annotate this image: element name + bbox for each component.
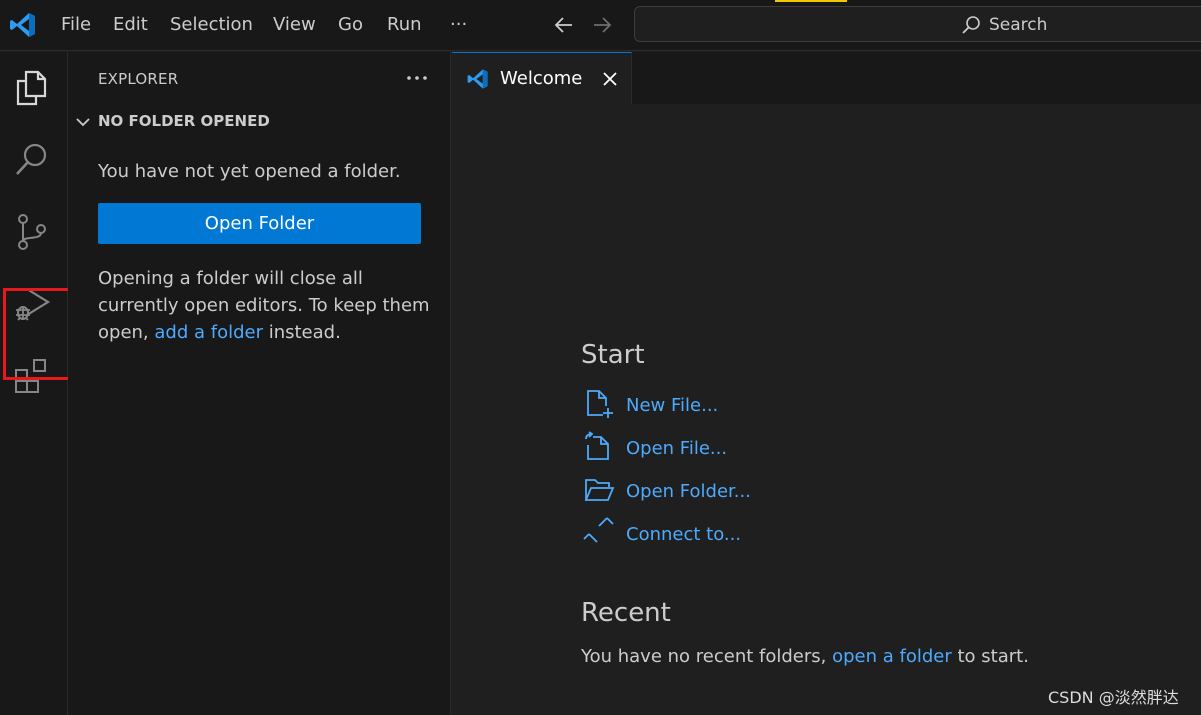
recent-suffix: to start. <box>951 646 1029 667</box>
vscode-window: File Edit Selection View Go Run ··· Sear… <box>0 0 1201 715</box>
chevron-down-icon <box>76 118 90 127</box>
command-search-box[interactable]: Search <box>634 6 1201 42</box>
vscode-tab-icon <box>467 69 488 89</box>
title-accent-strip <box>775 0 847 2</box>
title-bar: File Edit Selection View Go Run ··· Sear… <box>0 0 1201 51</box>
back-arrow-icon[interactable] <box>552 13 576 37</box>
explorer-files-icon[interactable] <box>12 68 52 108</box>
recent-prefix: You have no recent folders, <box>581 646 833 667</box>
search-label: Search <box>989 15 1048 35</box>
info-line-2: currently open editors. To keep them <box>98 295 430 316</box>
close-icon[interactable] <box>600 69 620 89</box>
info-line-1: Opening a folder will close all <box>98 268 363 289</box>
start-heading: Start <box>581 340 645 370</box>
source-control-icon[interactable] <box>12 212 52 252</box>
menu-go[interactable]: Go <box>338 13 363 37</box>
open-folder-button[interactable]: Open Folder <box>98 203 421 244</box>
menu-run[interactable]: Run <box>387 13 422 37</box>
menu-more[interactable]: ··· <box>450 13 467 37</box>
tab-bar: Welcome <box>452 52 1201 104</box>
menu-edit[interactable]: Edit <box>113 13 148 37</box>
explorer-sidebar: EXPLORER NO FOLDER OPENED You have not y… <box>68 52 451 715</box>
folder-open-icon <box>584 479 615 501</box>
recent-message: You have no recent folders, open a folde… <box>581 646 1029 667</box>
info-line-3: open, add a folder instead. <box>98 319 341 346</box>
watermark: CSDN @淡然胖达 <box>1048 688 1179 707</box>
info-suffix: instead. <box>262 322 341 343</box>
search-view-icon[interactable] <box>12 140 52 180</box>
section-title: NO FOLDER OPENED <box>98 112 270 130</box>
info-prefix: open, <box>98 322 155 343</box>
explorer-title: EXPLORER <box>98 70 179 88</box>
open-file-label: Open File... <box>626 438 728 459</box>
no-folder-section-header[interactable]: NO FOLDER OPENED <box>74 110 444 134</box>
activity-bar <box>0 52 68 715</box>
menu-view[interactable]: View <box>273 13 316 37</box>
vscode-logo-icon[interactable] <box>8 10 38 40</box>
connect-to-label: Connect to... <box>626 524 742 545</box>
tab-welcome[interactable]: Welcome <box>452 52 632 104</box>
recent-heading: Recent <box>581 598 671 628</box>
new-file-icon <box>587 390 613 418</box>
editor-area: Welcome Start New File... Open File... O… <box>452 52 1201 715</box>
add-folder-link[interactable]: add a folder <box>154 322 263 343</box>
new-file-label: New File... <box>626 395 719 416</box>
menu-file[interactable]: File <box>61 13 91 37</box>
menu-selection[interactable]: Selection <box>170 13 253 37</box>
open-folder-label: Open Folder... <box>626 481 751 502</box>
tab-label: Welcome <box>500 68 583 89</box>
more-actions-icon[interactable] <box>404 68 430 88</box>
open-file-icon <box>585 431 609 460</box>
open-a-folder-link[interactable]: open a folder <box>832 646 952 667</box>
remote-connect-icon <box>583 517 614 543</box>
forward-arrow-icon[interactable] <box>590 13 614 37</box>
search-icon <box>962 16 980 34</box>
no-folder-message: You have not yet opened a folder. <box>98 161 401 182</box>
